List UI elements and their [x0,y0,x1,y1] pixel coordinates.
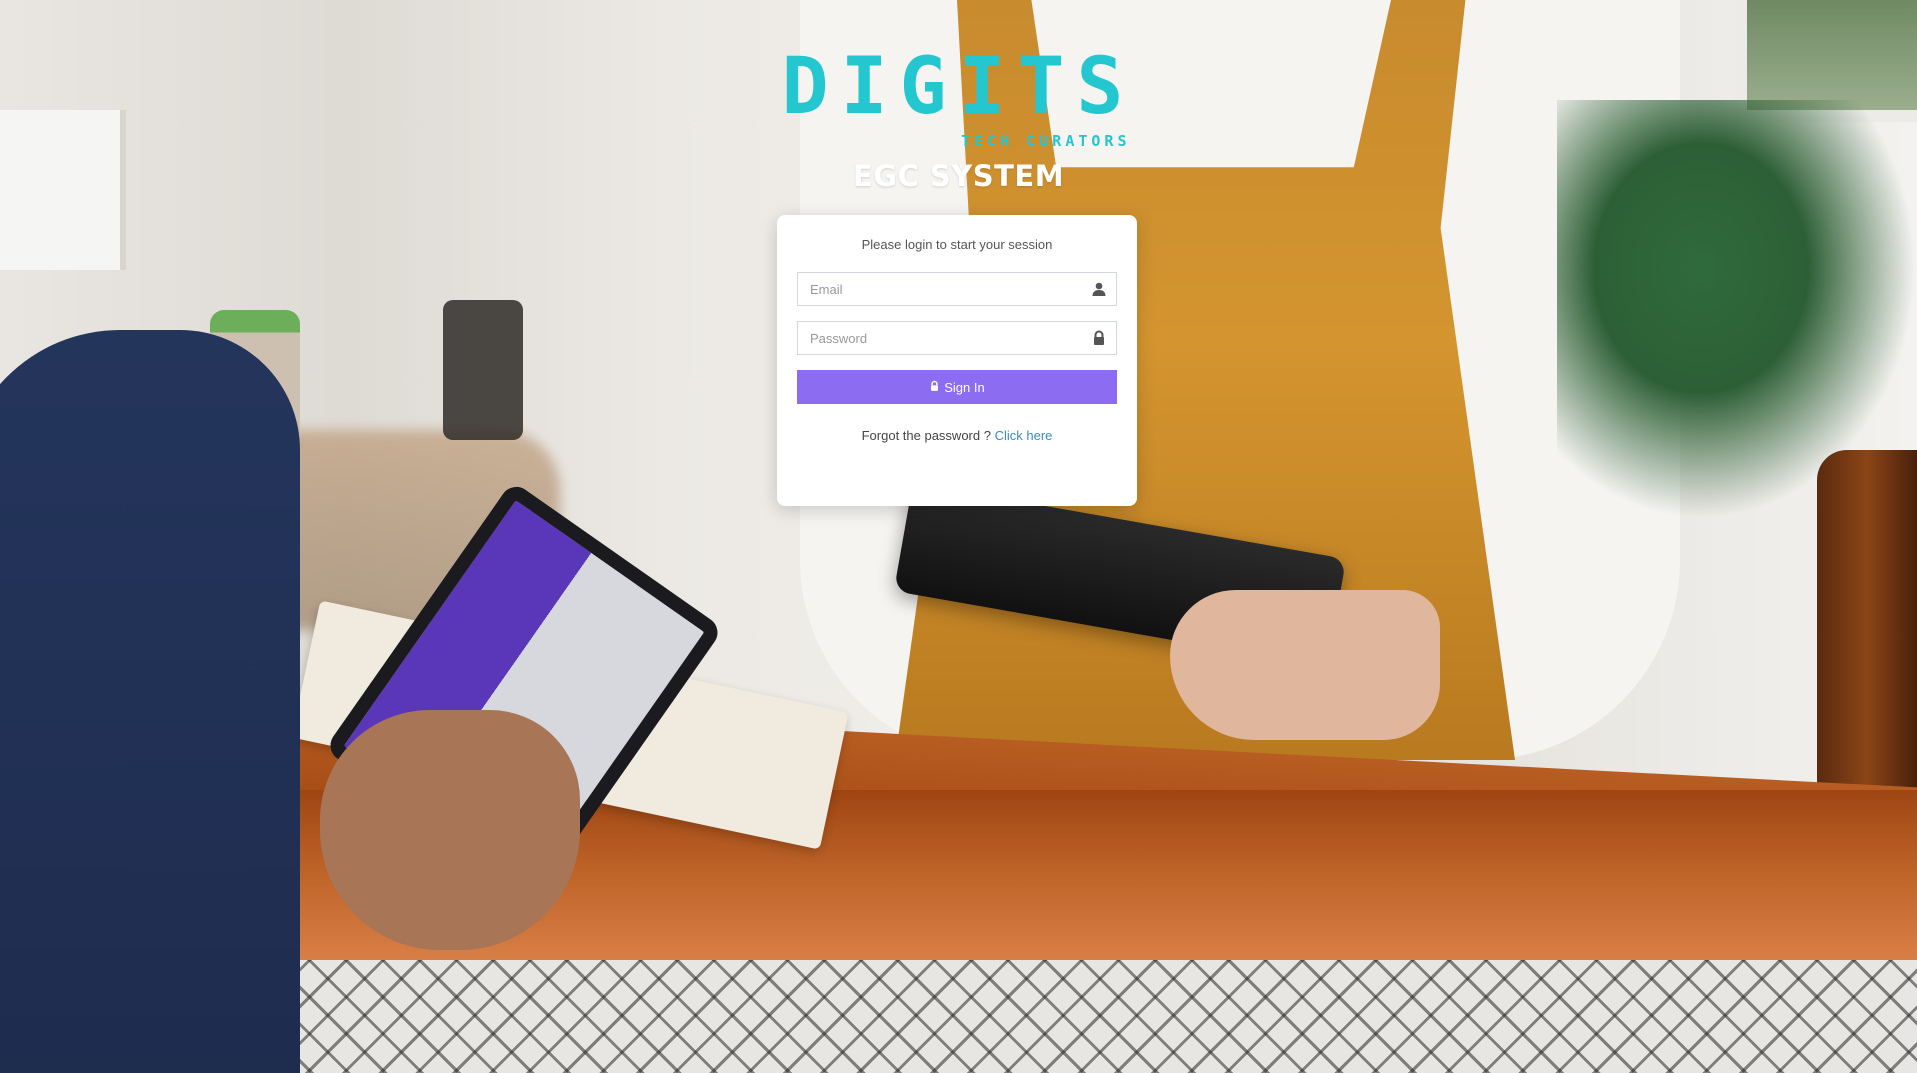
sign-in-button-content: Sign In [929,379,985,395]
email-field[interactable] [797,272,1117,306]
login-card: Please login to start your session Email… [777,215,1137,506]
logo-wordmark: DIGITS [781,42,1136,132]
background-wall-phone [443,300,523,440]
background-customer [0,330,300,1073]
password-field-group [797,321,1117,355]
sign-in-label: Sign In [944,379,985,395]
logo-tagline: TECH CURATORS [961,132,1131,150]
background-hand [320,710,580,950]
background-mesh [280,960,1917,1073]
brand-header: DIGITS TECH CURATORS EGC SYSTEM [0,48,1917,193]
page-title: EGC SYSTEM [852,159,1065,193]
forgot-password-row: Forgot the password ? Click here [797,428,1117,443]
forgot-password-text: Forgot the password ? [861,428,991,443]
password-field[interactable] [797,321,1117,355]
sign-in-button[interactable]: Sign In [797,370,1117,404]
user-icon [1091,281,1107,297]
background-hands [1170,590,1440,740]
lock-icon [929,380,940,395]
brand-logo: DIGITS TECH CURATORS [779,42,1139,150]
lock-icon [1091,330,1107,346]
forgot-password-link[interactable]: Click here [995,428,1053,443]
login-message: Please login to start your session [861,237,1053,252]
email-field-group [797,272,1117,306]
